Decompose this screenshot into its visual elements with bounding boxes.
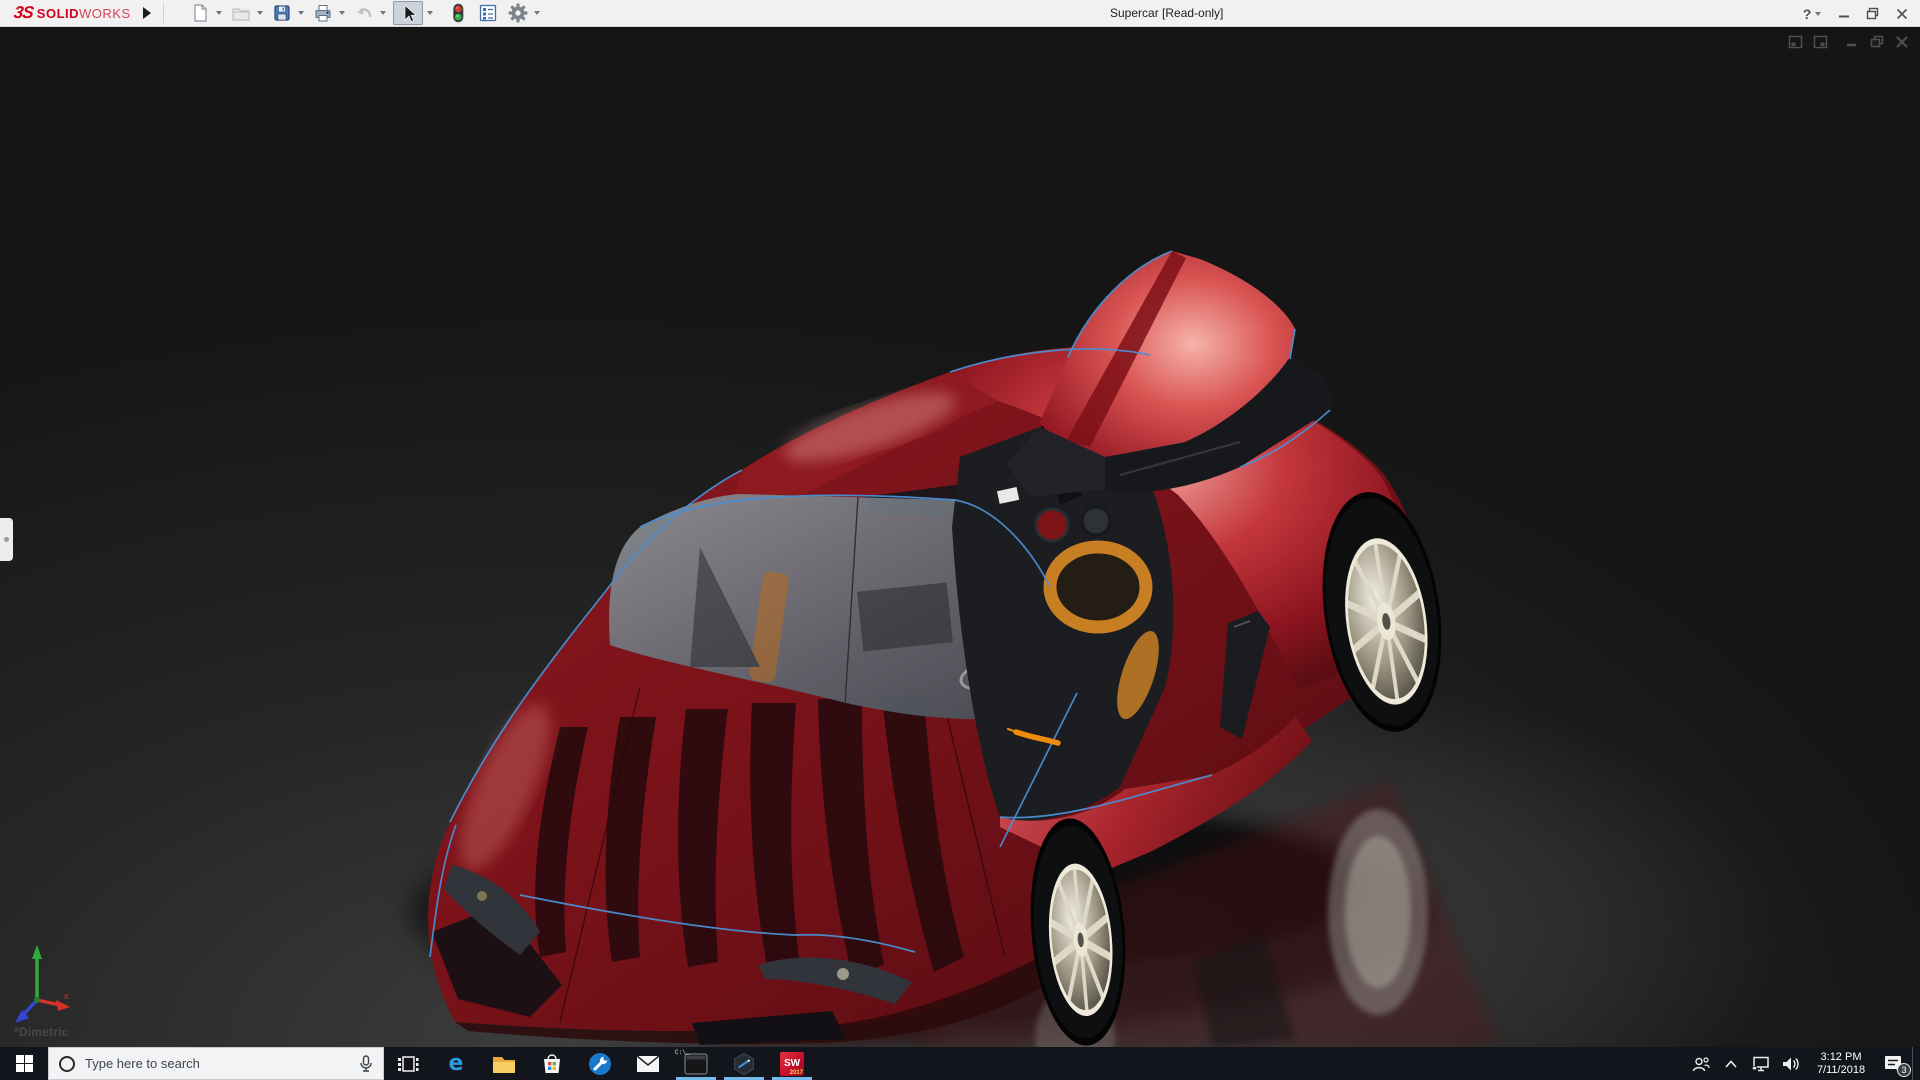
window-controls: ?: [1800, 0, 1916, 27]
print-button[interactable]: [311, 1, 335, 25]
solidworks-logo-mark: 3S: [13, 3, 35, 23]
clock[interactable]: 3:12 PM 7/11/2018: [1806, 1051, 1876, 1077]
new-button[interactable]: [188, 1, 212, 25]
network-button[interactable]: [1746, 1047, 1776, 1080]
restore-button[interactable]: [1858, 0, 1887, 27]
save-dropdown[interactable]: [298, 11, 304, 15]
select-cursor-icon: [398, 3, 418, 23]
select-dropdown[interactable]: [427, 11, 433, 15]
restore-icon: [1866, 7, 1879, 20]
open-folder-icon: [231, 3, 251, 23]
action-center-button[interactable]: 3: [1876, 1047, 1912, 1080]
doc-close-icon[interactable]: [1894, 34, 1910, 50]
solidworks-button[interactable]: SW 2017: [768, 1047, 816, 1080]
new-document-icon: [190, 3, 210, 23]
mail-button[interactable]: [624, 1047, 672, 1080]
quick-access-toolbar: [188, 1, 545, 25]
edge-icon: e: [449, 1052, 464, 1076]
file-properties-icon: [478, 3, 498, 23]
tray-date: 7/11/2018: [1810, 1064, 1872, 1077]
taskbar-empty-space: [816, 1047, 1686, 1080]
open-dropdown[interactable]: [257, 11, 263, 15]
triad-x-label: x: [64, 991, 69, 1001]
solidworks-logo: 3S SOLIDWORKS: [14, 0, 131, 27]
print-icon: [313, 3, 333, 23]
volume-button[interactable]: [1776, 1047, 1806, 1080]
options-button[interactable]: [506, 1, 530, 25]
task-view-button[interactable]: [384, 1047, 432, 1080]
command-prompt-button[interactable]: C:\_: [672, 1047, 720, 1080]
wrench-circle-icon: [588, 1052, 612, 1076]
print-dropdown[interactable]: [339, 11, 345, 15]
windows-taskbar: Type here to search e: [0, 1047, 1920, 1080]
reference-triad: x: [8, 939, 88, 1035]
select-button[interactable]: [393, 1, 423, 25]
save-button[interactable]: [270, 1, 294, 25]
help-dropdown[interactable]: [1815, 12, 1821, 16]
network-icon: [1751, 1056, 1771, 1072]
file-explorer-icon: [491, 1053, 517, 1075]
support-assist-button[interactable]: [576, 1047, 624, 1080]
rebuild-traffic-light-icon: [448, 3, 468, 23]
close-button[interactable]: [1887, 0, 1916, 27]
show-desktop-button[interactable]: [1912, 1047, 1920, 1080]
feature-window-icon[interactable]: [1788, 34, 1804, 50]
command-prompt-label: C:\_: [675, 1049, 689, 1056]
car-3d-model: [0, 27, 1920, 1047]
panel-handle-dot: [4, 537, 9, 542]
toolbar-expand-icon[interactable]: [143, 7, 151, 19]
mail-icon: [636, 1055, 660, 1073]
view-orientation-label: *Dimetric: [14, 1025, 69, 1039]
help-button[interactable]: ?: [1800, 0, 1829, 27]
windows-logo-icon: [16, 1055, 33, 1072]
save-floppy-icon: [272, 3, 292, 23]
featuremanager-collapsed-tab[interactable]: [0, 518, 13, 561]
toolbar-separator: [163, 3, 164, 23]
edge-button[interactable]: e: [432, 1047, 480, 1080]
new-dropdown[interactable]: [216, 11, 222, 15]
window-icon[interactable]: [1813, 34, 1829, 50]
system-tray: 3:12 PM 7/11/2018 3: [1686, 1047, 1920, 1080]
hexagon-app-icon: [732, 1052, 756, 1076]
file-explorer-button[interactable]: [480, 1047, 528, 1080]
speaker-icon: [1782, 1056, 1800, 1072]
start-button[interactable]: [0, 1047, 48, 1080]
rebuild-button[interactable]: [446, 1, 470, 25]
gear-icon: [508, 3, 528, 23]
search-input[interactable]: Type here to search: [48, 1047, 384, 1080]
title-bar: 3S SOLIDWORKS: [0, 0, 1920, 27]
document-title: Supercar [Read-only]: [1110, 0, 1223, 26]
undo-dropdown[interactable]: [380, 11, 386, 15]
minimize-button[interactable]: [1829, 0, 1858, 27]
composer-button[interactable]: [720, 1047, 768, 1080]
close-icon: [1896, 8, 1908, 20]
task-view-icon: [396, 1052, 420, 1076]
notification-badge: 3: [1897, 1063, 1911, 1077]
store-icon: [540, 1052, 564, 1076]
file-properties-button[interactable]: [476, 1, 500, 25]
chevron-up-icon: [1724, 1059, 1738, 1069]
doc-minimize-icon[interactable]: [1844, 34, 1860, 50]
cortana-icon: [59, 1056, 75, 1072]
people-icon: [1692, 1056, 1710, 1072]
document-window-controls: [1788, 34, 1910, 50]
tray-overflow-button[interactable]: [1716, 1047, 1746, 1080]
minimize-icon: [1838, 8, 1850, 20]
open-button[interactable]: [229, 1, 253, 25]
doc-restore-icon[interactable]: [1869, 34, 1885, 50]
people-button[interactable]: [1686, 1047, 1716, 1080]
search-placeholder: Type here to search: [85, 1056, 349, 1071]
microphone-icon[interactable]: [359, 1055, 373, 1073]
undo-button[interactable]: [352, 1, 376, 25]
tray-time: 3:12 PM: [1810, 1051, 1872, 1064]
options-dropdown[interactable]: [534, 11, 540, 15]
undo-icon: [354, 3, 374, 23]
solidworks-icon: SW 2017: [780, 1052, 804, 1076]
graphics-area[interactable]: x *Dimetric: [0, 27, 1920, 1047]
store-button[interactable]: [528, 1047, 576, 1080]
